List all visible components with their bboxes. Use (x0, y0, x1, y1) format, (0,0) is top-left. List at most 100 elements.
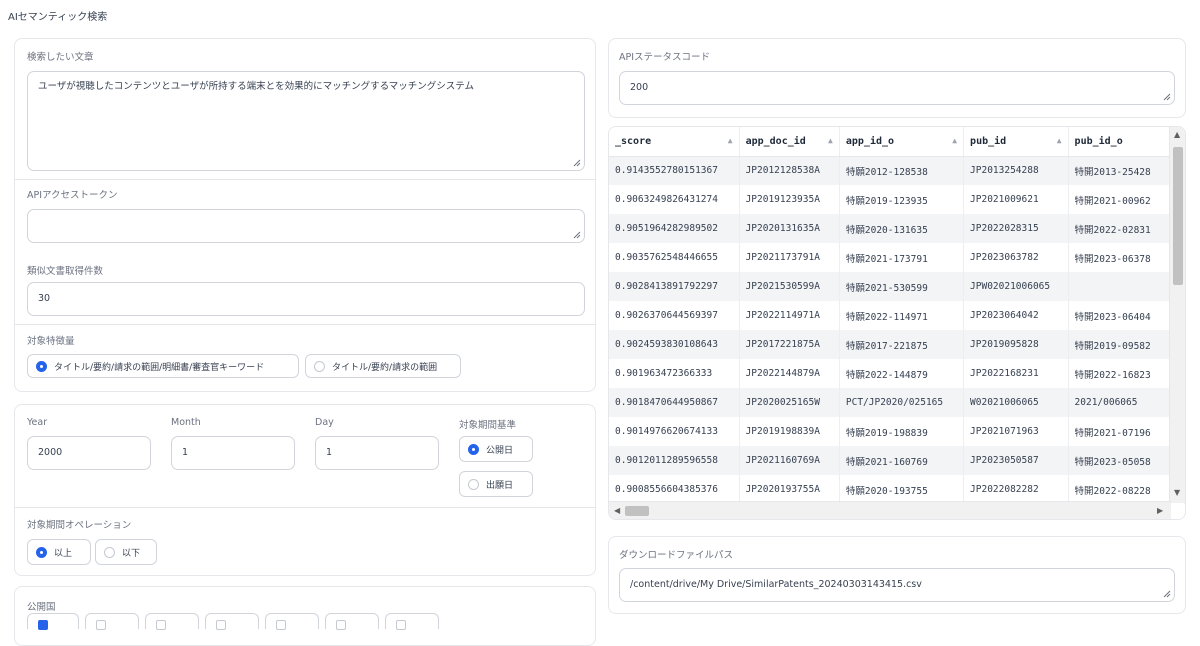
scroll-right-icon[interactable]: ▶ (1157, 507, 1163, 515)
country-checkbox[interactable] (85, 613, 139, 630)
sort-icon[interactable]: ▲ (728, 136, 733, 145)
feature-label: 対象特徴量 (27, 336, 75, 347)
cell-pub-id-o: 特開2013-25428 (1068, 156, 1185, 185)
period-op-option-label: 以上 (54, 548, 73, 559)
status-text: 200 (630, 82, 649, 93)
scroll-up-icon[interactable]: ▲ (1174, 131, 1180, 139)
download-textarea[interactable]: /content/drive/My Drive/SimilarPatents_2… (619, 568, 1175, 602)
table-row[interactable]: 0.9026370644569397 JP2022114971A 特願2022-11… (609, 301, 1185, 330)
table-row[interactable]: 0.9035762548446655 JP2021173791A 特願2021-17… (609, 243, 1185, 272)
cell-pub-id-o: 特開2023-05058 (1068, 446, 1185, 475)
vertical-scroll-thumb[interactable] (1173, 147, 1183, 285)
month-input[interactable]: 1 (171, 436, 295, 470)
sort-icon[interactable]: ▲ (1057, 136, 1062, 145)
cell-pub-id-o: 特開2023-06378 (1068, 243, 1185, 272)
cell-app-doc-id: JP2012128538A (739, 156, 840, 185)
country-checkbox[interactable] (385, 613, 439, 630)
query-label: 検索したい文章 (27, 52, 94, 63)
resize-handle-icon[interactable] (573, 159, 581, 167)
cell-app-id-o: 特願2012-128538 (839, 156, 965, 185)
cell-score: 0.9026370644569397 (609, 301, 740, 330)
horizontal-scroll-thumb[interactable] (625, 506, 649, 516)
column-header-app-id-o[interactable]: app_id_o ▲ (839, 127, 965, 157)
resize-handle-icon[interactable] (1163, 590, 1171, 598)
period-basis-option-label: 公開日 (486, 445, 514, 456)
cell-app-id-o: 特願2019-123935 (839, 185, 965, 214)
feature-option-short[interactable]: タイトル/要約/請求の範囲 (305, 354, 461, 378)
day-text: 1 (326, 447, 333, 458)
resize-handle-icon[interactable] (573, 231, 581, 239)
table-row[interactable]: 0.9012011289596558 JP2021160769A 特願2021-16… (609, 446, 1185, 475)
cell-app-doc-id: JP2017221875A (739, 330, 840, 359)
cell-score: 0.9051964282989502 (609, 214, 740, 243)
day-input[interactable]: 1 (315, 436, 439, 470)
scroll-left-icon[interactable]: ◀ (614, 507, 620, 515)
table-row[interactable]: 0.901963472366333 JP2022144879A 特願2022-144… (609, 359, 1185, 388)
table-header-row: _score ▲ app_doc_id ▲ app_id_o ▲ pub_id ▲ pu… (609, 127, 1185, 157)
horizontal-scrollbar[interactable]: ◀ ▶ (609, 501, 1171, 519)
table-row[interactable]: 0.9051964282989502 JP2020131635A 特願2020-13… (609, 214, 1185, 243)
download-text: /content/drive/My Drive/SimilarPatents_2… (630, 579, 922, 590)
country-label: 公開国 (27, 602, 56, 613)
column-header-app-doc-id[interactable]: app_doc_id ▲ (739, 127, 840, 157)
feature-option-full[interactable]: タイトル/要約/請求の範囲/明細書/審査官キーワード (27, 354, 299, 378)
divider (15, 324, 595, 325)
scroll-down-icon[interactable]: ▼ (1174, 489, 1180, 497)
radio-unselected-icon (104, 546, 115, 558)
sort-icon[interactable]: ▲ (952, 136, 957, 145)
cell-pub-id: JP2022082282 (963, 475, 1069, 504)
cell-pub-id-o: 特開2021-07196 (1068, 417, 1185, 446)
country-checkbox[interactable] (265, 613, 319, 630)
cell-pub-id: JP2019095828 (963, 330, 1069, 359)
column-header-pub-id-o[interactable]: pub_id_o (1068, 127, 1185, 157)
country-checkbox[interactable] (325, 613, 379, 630)
sort-icon[interactable]: ▲ (828, 136, 833, 145)
cell-pub-id: JP2013254288 (963, 156, 1069, 185)
query-textarea[interactable]: ユーザが視聴したコンテンツとユーザが所持する端末とを効果的にマッチングするマッチ… (27, 71, 585, 171)
table-row[interactable]: 0.9018470644950867 JP2020025165W PCT/JP202… (609, 388, 1185, 417)
table-row[interactable]: 0.9028413891792297 JP2021530599A 特願2021-53… (609, 272, 1185, 301)
period-basis-publication[interactable]: 公開日 (459, 436, 533, 462)
column-header-pub-id[interactable]: pub_id ▲ (963, 127, 1069, 157)
cell-score: 0.9024593830108643 (609, 330, 740, 359)
year-input[interactable]: 2000 (27, 436, 151, 470)
results-table[interactable]: _score ▲ app_doc_id ▲ app_id_o ▲ pub_id ▲ pu… (608, 126, 1186, 520)
query-panel: 検索したい文章 ユーザが視聴したコンテンツとユーザが所持する端末とを効果的にマッ… (14, 38, 596, 392)
cell-app-doc-id: JP2020131635A (739, 214, 840, 243)
cell-score: 0.9143552780151367 (609, 156, 740, 185)
period-op-gte[interactable]: 以上 (27, 539, 91, 565)
status-textarea[interactable]: 200 (619, 71, 1175, 105)
month-label: Month (171, 417, 201, 428)
cell-score: 0.9008556604385376 (609, 475, 740, 504)
checkbox-unchecked-icon (96, 620, 106, 630)
count-label: 類似文書取得件数 (27, 266, 104, 277)
cell-app-id-o: 特願2021-160769 (839, 446, 965, 475)
column-header-score[interactable]: _score ▲ (609, 127, 740, 157)
table-row[interactable]: 0.9063249826431274 JP2019123935A 特願2019-12… (609, 185, 1185, 214)
vertical-scrollbar[interactable]: ▲ ▼ (1169, 127, 1185, 503)
country-checkbox[interactable] (145, 613, 199, 630)
cell-pub-id-o: 特開2022-16823 (1068, 359, 1185, 388)
cell-app-doc-id: JP2019198839A (739, 417, 840, 446)
table-row[interactable]: 0.9014976620674133 JP2019198839A 特願2019-19… (609, 417, 1185, 446)
period-op-lte[interactable]: 以下 (95, 539, 157, 565)
table-row[interactable]: 0.9143552780151367 JP2012128538A 特願2012-12… (609, 156, 1185, 185)
country-checkbox[interactable] (27, 613, 79, 630)
cell-pub-id: JP2023050587 (963, 446, 1069, 475)
table-row[interactable]: 0.9024593830108643 JP2017221875A 特願2017-22… (609, 330, 1185, 359)
divider (15, 179, 595, 180)
period-op-option-label: 以下 (122, 548, 141, 559)
cell-pub-id-o: 2021/006065 (1068, 388, 1185, 417)
day-label: Day (315, 417, 334, 428)
token-label: APIアクセストークン (27, 190, 118, 201)
count-input[interactable]: 30 (27, 282, 585, 316)
radio-selected-icon (468, 443, 479, 455)
country-checkbox[interactable] (205, 613, 259, 630)
cell-app-doc-id: JP2022144879A (739, 359, 840, 388)
resize-handle-icon[interactable] (1163, 93, 1171, 101)
cell-app-doc-id: JP2020193755A (739, 475, 840, 504)
token-textarea[interactable] (27, 209, 585, 243)
table-row[interactable]: 0.9008556604385376 JP2020193755A 特願2020-19… (609, 475, 1185, 504)
period-basis-application[interactable]: 出願日 (459, 471, 533, 497)
cell-app-doc-id: JP2021173791A (739, 243, 840, 272)
